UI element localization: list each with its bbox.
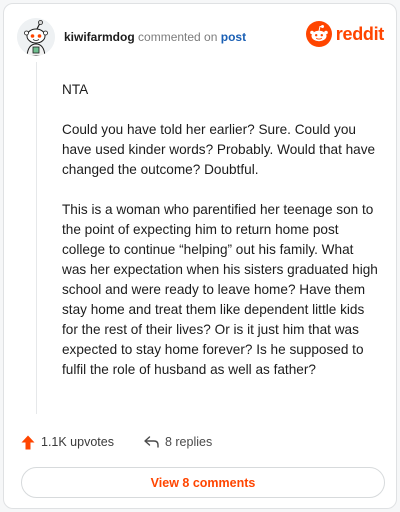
comment-paragraph: NTA — [62, 82, 89, 97]
snoo-avatar-icon — [17, 18, 55, 56]
replies-button[interactable]: 8 replies — [144, 435, 212, 449]
reddit-logo-icon — [305, 21, 332, 47]
comment-body: NTA Could you have told her earlier? Sur… — [62, 80, 380, 400]
comment-actions: 1.1K upvotes 8 replies — [21, 432, 212, 452]
username-link[interactable]: kiwifarmdog — [64, 30, 135, 44]
post-link[interactable]: post — [221, 30, 246, 44]
upvote-button[interactable]: 1.1K upvotes — [21, 435, 114, 450]
reply-arrow-icon — [144, 436, 159, 448]
thread-line[interactable] — [36, 62, 37, 414]
reddit-wordmark: reddit — [335, 23, 385, 44]
comment-paragraph: This is a woman who parentified her teen… — [62, 202, 378, 377]
comment-paragraph: Could you have told her earlier? Sure. C… — [62, 122, 376, 177]
comment-card: kiwifarmdog commented on post reddit NTA… — [3, 3, 397, 509]
commented-on-text: commented on — [138, 30, 218, 44]
comment-header: kiwifarmdog commented on post reddit — [17, 18, 384, 56]
user-avatar[interactable] — [17, 18, 55, 56]
view-comments-button[interactable]: View 8 comments — [21, 467, 385, 498]
replies-count: 8 replies — [164, 435, 213, 449]
upvote-count: 1.1K upvotes — [41, 435, 114, 449]
upvote-arrow-icon — [21, 435, 35, 449]
comment-byline: kiwifarmdog commented on post — [64, 29, 246, 45]
reddit-brand[interactable]: reddit — [305, 21, 385, 47]
